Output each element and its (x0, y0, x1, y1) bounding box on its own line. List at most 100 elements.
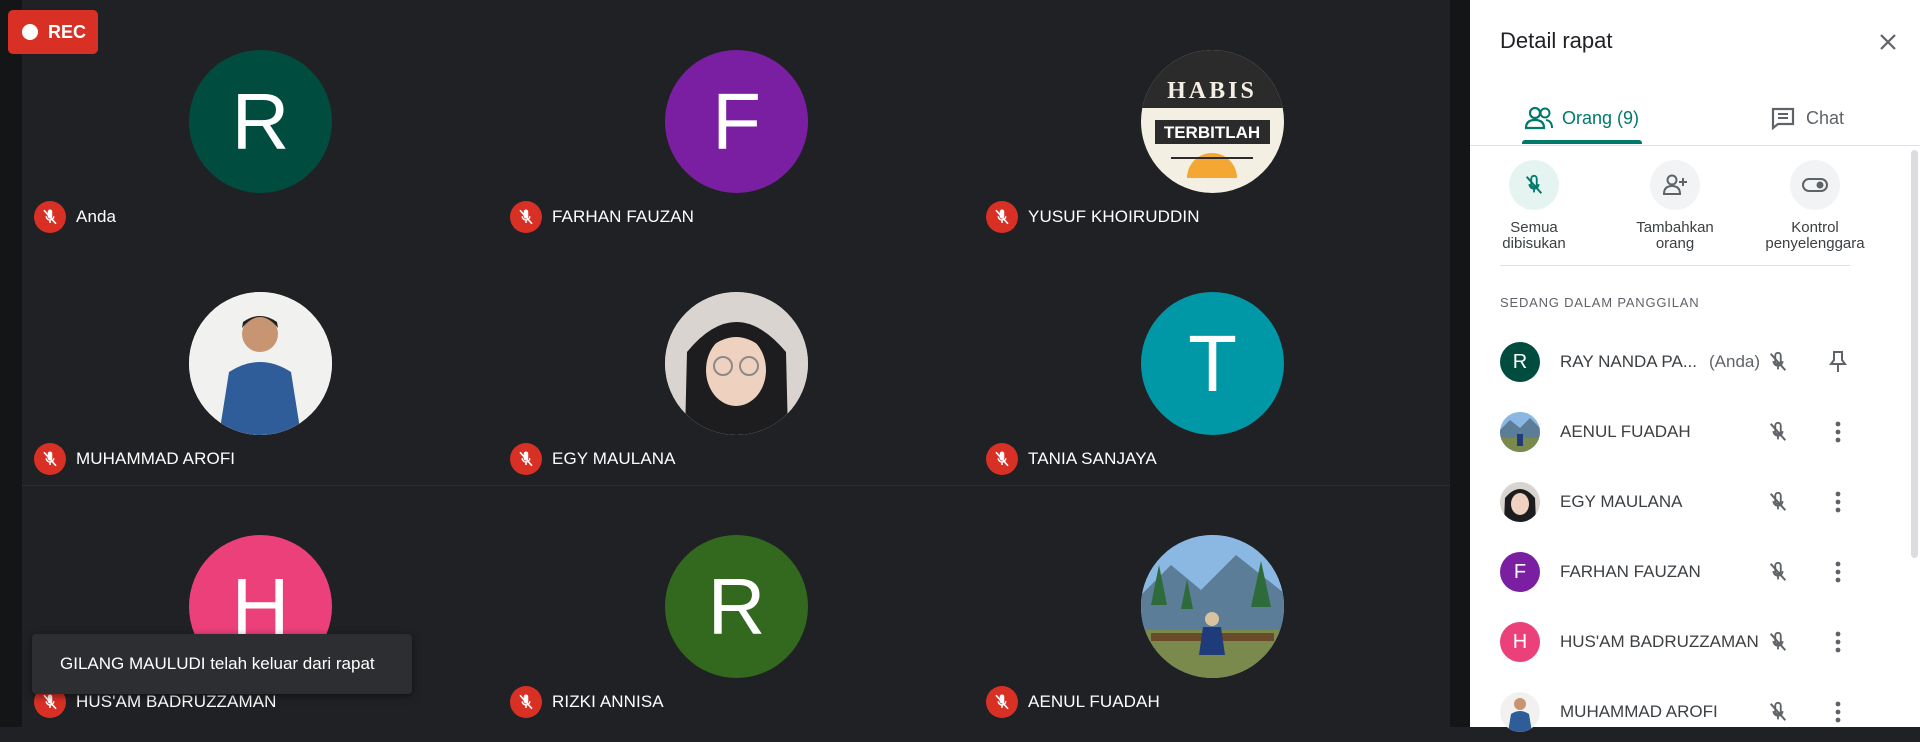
participant-row[interactable]: R RAY NANDA PA... (Anda) (1500, 332, 1900, 392)
tab-people[interactable]: Orang (9) (1524, 90, 1639, 146)
participant-tile[interactable]: T TANIA SANJAYA (974, 242, 1450, 484)
more-icon (1835, 631, 1841, 653)
mic-off-icon (1525, 174, 1543, 194)
participant-name: EGY MAULANA (1560, 492, 1683, 511)
more-options-button[interactable] (1822, 696, 1854, 728)
more-options-button[interactable] (1822, 416, 1854, 448)
host-controls-button[interactable]: Kontrol penyelenggara (1745, 160, 1885, 252)
tile-nameplate: YUSUF KHOIRUDDIN (986, 200, 1200, 234)
tab-chat[interactable]: Chat (1770, 90, 1844, 146)
panel-title: Detail rapat (1500, 28, 1613, 53)
host-controls-label: Kontrol penyelenggara (1765, 219, 1865, 252)
tile-nameplate: FARHAN FAUZAN (510, 200, 694, 234)
mic-off-icon (34, 201, 66, 233)
tile-nameplate: MUHAMMAD AROFI (34, 442, 235, 476)
participant-name: MUHAMMAD AROFI (1560, 702, 1718, 721)
mic-off-icon (1762, 346, 1794, 378)
svg-text:TERBITLAH: TERBITLAH (1164, 123, 1260, 142)
toast-text: GILANG MAULUDI telah keluar dari rapat (60, 654, 375, 673)
mic-off-icon (510, 201, 542, 233)
tile-name: MUHAMMAD AROFI (76, 449, 236, 468)
more-options-button[interactable] (1822, 626, 1854, 658)
avatar: T (1141, 292, 1284, 435)
participant-tile[interactable]: R RIZKI ANNISA (498, 485, 974, 727)
photo-avatar (1500, 482, 1540, 522)
participant-tile[interactable]: F FARHAN FAUZAN (498, 0, 974, 242)
more-icon (1835, 701, 1841, 723)
mute-all-button[interactable]: Semua dibisukan (1464, 160, 1604, 252)
mic-off-icon (1762, 486, 1794, 518)
tile-name: RIZKI ANNISA (552, 692, 664, 711)
participant-tile[interactable]: AENUL FUADAH (974, 485, 1450, 727)
svg-text:HABIS: HABIS (1167, 78, 1257, 104)
section-label: SEDANG DALAM PANGGILAN (1500, 295, 1700, 310)
scrollbar[interactable] (1911, 150, 1918, 558)
tile-nameplate: Anda (34, 200, 116, 234)
meeting-details-panel: Detail rapat Orang (9) Chat Semua dibisu… (1470, 0, 1920, 732)
photo-avatar (189, 292, 332, 435)
mic-off-icon (986, 443, 1018, 475)
chat-icon (1771, 107, 1795, 130)
participant-self-tag: (Anda) (1709, 352, 1761, 371)
mute-all-circle (1509, 160, 1559, 210)
tab-divider (1470, 145, 1920, 146)
more-options-button[interactable] (1822, 556, 1854, 588)
logo-avatar: HABIS TERBITLAH (1141, 50, 1284, 193)
add-people-button[interactable]: Tambahkan orang (1605, 160, 1745, 252)
mic-off-icon (1762, 416, 1794, 448)
mic-off-icon (510, 686, 542, 718)
more-options-button[interactable] (1822, 486, 1854, 518)
tile-nameplate: AENUL FUADAH (986, 685, 1160, 719)
recording-label: REC (48, 21, 87, 42)
pin-button[interactable] (1822, 346, 1854, 378)
tile-nameplate: EGY MAULANA (510, 442, 676, 476)
add-people-label: Tambahkan orang (1636, 219, 1714, 252)
photo-avatar (665, 292, 808, 435)
photo-avatar (1500, 412, 1540, 452)
tile-name: Anda (76, 207, 117, 226)
participant-row[interactable]: AENUL FUADAH (1500, 402, 1900, 462)
avatar: R (189, 50, 332, 193)
recording-badge: REC (8, 10, 98, 54)
participant-tile[interactable]: MUHAMMAD AROFI (22, 242, 498, 484)
tile-name: TANIA SANJAYA (1028, 449, 1157, 468)
mic-off-icon (986, 201, 1018, 233)
tile-name: AENUL FUADAH (1028, 692, 1160, 711)
avatar: H (1500, 622, 1540, 662)
more-icon (1835, 491, 1841, 513)
mic-off-icon (34, 443, 66, 475)
more-icon (1835, 421, 1841, 443)
avatar: R (1500, 342, 1540, 382)
people-icon (1524, 106, 1553, 130)
tile-nameplate: TANIA SANJAYA (986, 442, 1157, 476)
participant-row[interactable]: MUHAMMAD AROFI (1500, 682, 1900, 742)
participant-row[interactable]: EGY MAULANA (1500, 472, 1900, 532)
stage-left-edge (0, 0, 22, 727)
participant-name: HUS'AM BADRUZZAMAN (1560, 632, 1759, 651)
more-icon (1835, 561, 1841, 583)
close-icon (1880, 34, 1896, 50)
mute-all-label: Semua dibisukan (1502, 219, 1566, 252)
avatar: R (665, 535, 808, 678)
tile-nameplate: RIZKI ANNISA (510, 685, 664, 719)
photo-avatar (1141, 535, 1284, 678)
tile-name: YUSUF KHOIRUDDIN (1028, 207, 1200, 226)
mic-off-icon (1762, 626, 1794, 658)
participant-row[interactable]: F FARHAN FAUZAN (1500, 542, 1900, 602)
participant-tile[interactable]: HABIS TERBITLAH YUSUF KHOIRUDDIN (974, 0, 1450, 242)
mic-off-icon (510, 443, 542, 475)
participant-tile[interactable]: EGY MAULANA (498, 242, 974, 484)
tab-people-label: Orang (9) (1562, 107, 1640, 128)
tile-name: FARHAN FAUZAN (552, 207, 695, 226)
participant-name: RAY NANDA PA... (1560, 352, 1697, 371)
photo-avatar (1500, 692, 1540, 732)
stage-right-edge (1450, 0, 1470, 727)
pin-icon (1829, 351, 1847, 372)
notification-toast: GILANG MAULUDI telah keluar dari rapat (32, 634, 412, 694)
toggle-icon (1802, 178, 1828, 192)
active-tab-indicator (1522, 140, 1642, 144)
close-button[interactable] (1872, 26, 1904, 58)
tile-name: HUS'AM BADRUZZAMAN (76, 692, 277, 711)
tab-chat-label: Chat (1806, 107, 1845, 128)
participant-row[interactable]: H HUS'AM BADRUZZAMAN (1500, 612, 1900, 672)
